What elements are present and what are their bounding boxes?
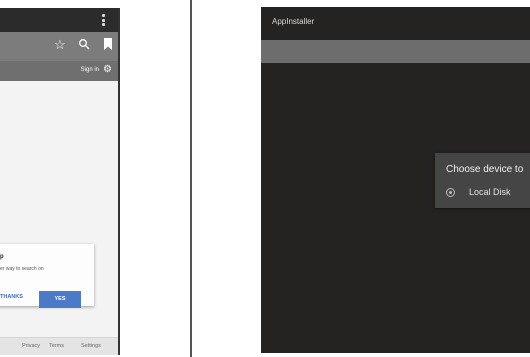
no-thanks-button[interactable]: THANKS [0, 294, 23, 300]
status-bar [0, 8, 118, 32]
sign-in-link[interactable]: Sign in [81, 67, 99, 73]
gear-icon[interactable]: ⚙ [103, 64, 112, 76]
dialog-title: p [0, 254, 4, 260]
sign-in-row: Sign in ⚙ [0, 61, 118, 81]
search-prompt-dialog: p er way to search on THANKS YES [0, 244, 94, 308]
yes-button[interactable]: YES [39, 291, 81, 308]
action-bar [261, 40, 530, 63]
menu-dots-icon[interactable] [102, 14, 105, 26]
settings-link[interactable]: Settings [81, 343, 101, 349]
app-title: AppInstaller [272, 17, 315, 26]
privacy-link[interactable]: Privacy [22, 343, 40, 349]
browser-toolbar: ☆ [0, 32, 118, 61]
dialog-text: er way to search on [0, 266, 44, 272]
browser-screen: ☆ Sign in ⚙ p er way to search on THANKS… [0, 8, 120, 355]
search-icon[interactable] [77, 38, 91, 52]
local-disk-option[interactable]: Local Disk [469, 187, 511, 197]
terms-link[interactable]: Terms [49, 343, 64, 349]
star-icon[interactable]: ☆ [53, 38, 67, 52]
choose-device-dialog: Choose device to Local Disk [435, 153, 530, 208]
dialog-heading: Choose device to [446, 164, 524, 175]
divider [190, 0, 192, 357]
bookmark-icon[interactable] [101, 38, 115, 52]
footer: Privacy Terms Settings [0, 337, 118, 355]
installer-screen: AppInstaller Choose device to Local Disk [261, 7, 530, 353]
radio-button[interactable] [446, 188, 455, 197]
